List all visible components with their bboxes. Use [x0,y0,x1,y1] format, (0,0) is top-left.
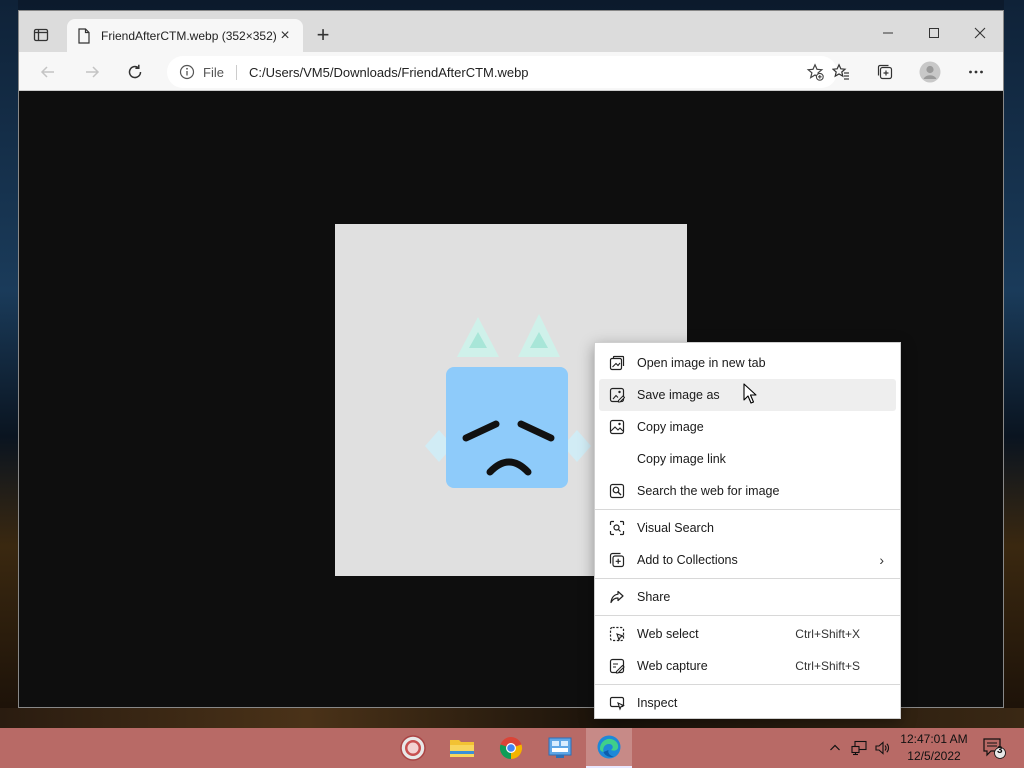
save-image-icon [609,387,625,403]
taskbar-control-panel[interactable] [537,728,583,768]
settings-more-button[interactable] [961,57,991,87]
chevron-up-icon [830,744,840,751]
menu-item-label: Save image as [637,388,720,402]
menu-divider [595,615,900,616]
menu-divider [595,578,900,579]
file-explorer-icon [450,740,474,757]
site-info-label[interactable]: File [203,64,237,80]
chrome-icon [499,737,523,760]
search-image-icon [609,483,625,499]
control-panel-icon [548,737,572,758]
maximize-button[interactable] [911,19,957,47]
mouse-pointer-icon [743,383,757,404]
inspect-icon [609,696,625,711]
menu-item-label: Inspect [637,696,678,710]
shortcut-label: Ctrl+Shift+S [795,659,860,673]
clock-time: 12:47:01 AM [900,732,968,746]
image-icon [609,419,625,435]
forward-button[interactable] [77,57,107,87]
share-icon [610,590,624,604]
menu-item-copy-image[interactable]: Copy image [595,411,900,443]
back-arrow-icon [40,66,54,78]
minimize-icon [883,32,893,34]
tab-actions-button[interactable] [27,23,55,47]
info-icon [179,64,195,80]
address-url[interactable]: C:/Users/VM5/Downloads/FriendAfterCTM.we… [249,65,529,80]
maximize-icon [929,28,939,38]
close-window-button[interactable] [957,19,1003,47]
close-icon [974,27,986,39]
menu-item-share[interactable]: Share [595,581,900,613]
edge-icon [597,735,621,759]
menu-item-label: Copy image [637,420,704,434]
navigation-toolbar: File C:/Users/VM5/Downloads/FriendAfterC… [19,52,1003,91]
back-button[interactable] [33,57,63,87]
favorites-icon [832,63,849,80]
collections-icon [877,64,893,80]
menu-divider [595,509,900,510]
taskbar: 12:47:01 AM 12/5/2022 3 [0,728,1024,768]
taskbar-app-1[interactable] [390,728,436,768]
tab-actions-icon [33,28,49,42]
menu-item-label: Open image in new tab [637,356,766,370]
taskbar-edge[interactable] [586,728,632,768]
menu-item-web-select[interactable]: Web select Ctrl+Shift+X [595,618,900,650]
web-select-icon [609,626,625,642]
menu-item-inspect[interactable]: Inspect [595,687,900,719]
desktop-wallpaper-right [1004,0,1024,728]
address-bar[interactable]: File C:/Users/VM5/Downloads/FriendAfterC… [167,56,837,88]
menu-item-label: Visual Search [637,521,714,535]
notification-count-badge: 3 [997,745,1003,756]
tray-overflow-button[interactable] [826,728,844,768]
shortcut-label: Ctrl+Shift+X [795,627,860,641]
new-tab-button[interactable]: + [309,22,337,47]
menu-item-label: Add to Collections [637,553,738,567]
tray-volume-button[interactable] [872,728,892,768]
tab-title: FriendAfterCTM.webp (352×352) [101,28,277,43]
menu-item-visual-search[interactable]: Visual Search [595,512,900,544]
menu-item-search-web-for-image[interactable]: Search the web for image [595,475,900,507]
menu-item-label: Copy image link [637,452,726,466]
menu-item-web-capture[interactable]: Web capture Ctrl+Shift+S [595,650,900,682]
menu-item-copy-image-link[interactable]: Copy image link [595,443,900,475]
add-favorite-icon [806,63,824,81]
system-clock[interactable]: 12:47:01 AM 12/5/2022 [894,731,974,765]
network-icon [851,740,867,756]
notification-center-button[interactable]: 3 [978,728,1010,768]
clock-date: 12/5/2022 [907,749,961,763]
desktop-wallpaper-left [0,0,18,728]
add-favorite-button[interactable] [805,62,825,82]
favorites-button[interactable] [826,57,856,87]
tab-bar: FriendAfterCTM.webp (352×352) × + [19,11,1003,52]
volume-icon [875,741,889,755]
refresh-button[interactable] [120,57,150,87]
profile-button[interactable] [915,57,945,87]
menu-item-label: Share [637,590,671,604]
menu-divider [595,684,900,685]
taskbar-chrome[interactable] [488,728,534,768]
tray-network-button[interactable] [848,728,870,768]
refresh-icon [128,64,142,79]
web-capture-icon [609,658,625,674]
menu-item-label: Search the web for image [637,484,780,498]
minimize-button[interactable] [865,19,911,47]
menu-item-label: Web select [637,627,699,641]
menu-item-label: Web capture [637,659,708,673]
collections-icon [609,552,625,568]
more-dots-icon [969,70,983,74]
taskbar-file-explorer[interactable] [439,728,485,768]
forward-arrow-icon [86,66,100,78]
avatar-icon [919,61,941,83]
collections-button[interactable] [870,57,900,87]
file-icon [78,27,90,44]
menu-item-add-to-collections[interactable]: Add to Collections › [595,544,900,576]
open-in-new-tab-icon [609,355,625,371]
app-icon [400,735,426,761]
menu-item-open-image-new-tab[interactable]: Open image in new tab [595,347,900,379]
tab-close-button[interactable]: × [277,27,293,45]
chevron-right-icon: › [879,552,884,568]
visual-search-icon [609,520,625,536]
tab-active[interactable]: FriendAfterCTM.webp (352×352) × [67,19,303,52]
